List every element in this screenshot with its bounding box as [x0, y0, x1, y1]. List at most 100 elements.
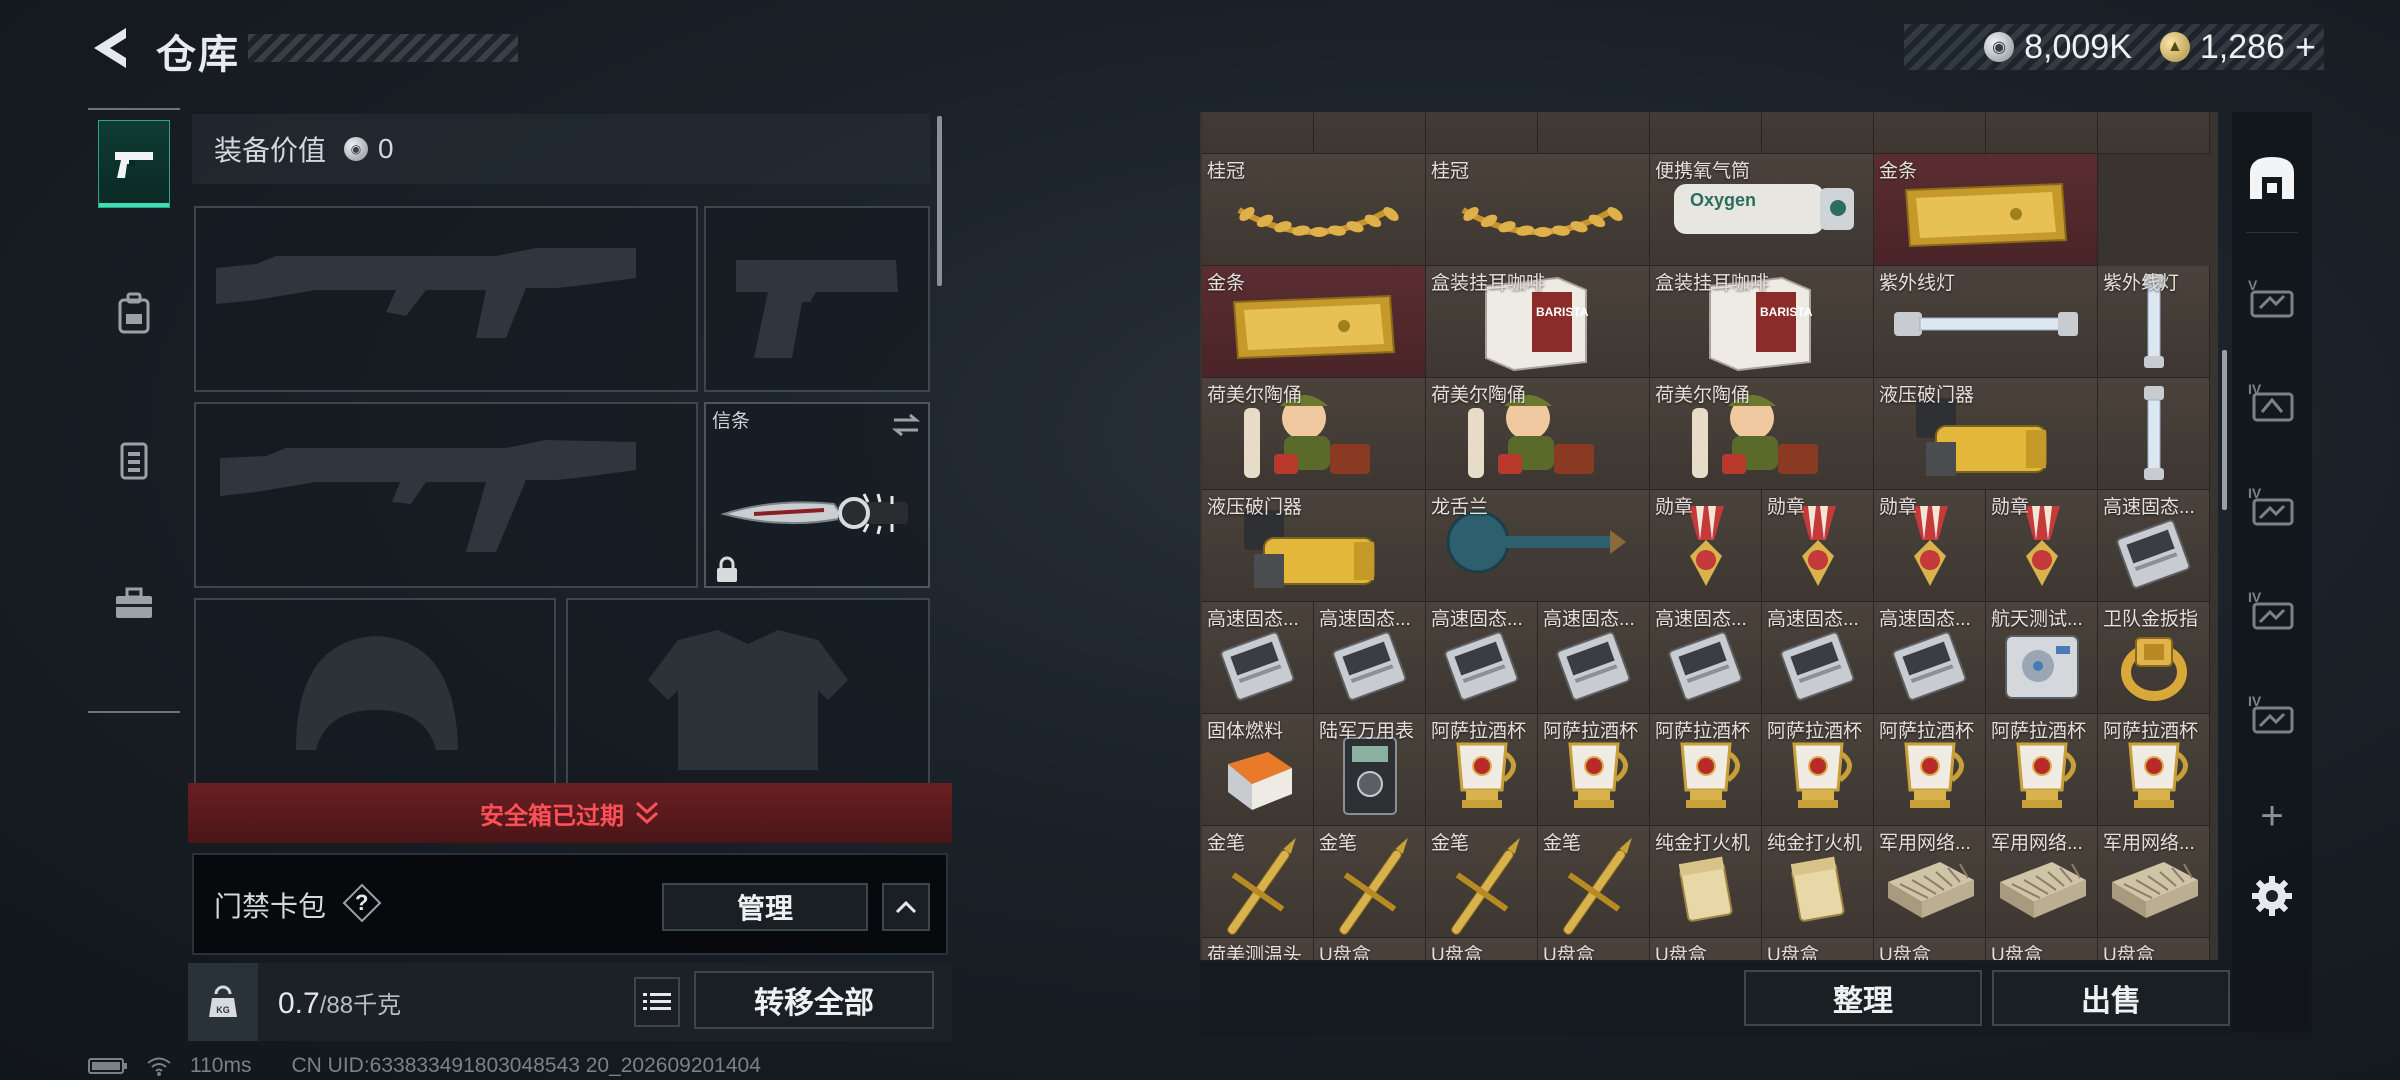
inventory-cell[interactable]: 卫队金扳指: [2098, 602, 2210, 714]
manage-button[interactable]: 管理: [662, 883, 868, 931]
inventory-cell-scrolled[interactable]: [1202, 112, 1314, 154]
help-icon[interactable]: ?: [342, 883, 382, 923]
rail-tab-weapons[interactable]: [98, 120, 170, 208]
inventory-cell[interactable]: 勋章: [1762, 490, 1874, 602]
rail-tab-backpack[interactable]: [98, 270, 170, 358]
inventory-cell[interactable]: U盘盒: [1538, 938, 1650, 960]
inventory-cell[interactable]: 金笔: [1538, 826, 1650, 938]
rail-tab-storage-iv-2[interactable]: IV: [2240, 470, 2304, 542]
inventory-cell[interactable]: 固体燃料: [1202, 714, 1314, 826]
inventory-cell[interactable]: 紫外线灯: [1874, 266, 2098, 378]
inventory-cell[interactable]: 高速固态...: [1538, 602, 1650, 714]
inventory-cell[interactable]: 金笔: [1202, 826, 1314, 938]
inventory-cell[interactable]: 阿萨拉酒杯: [1426, 714, 1538, 826]
inventory-cell[interactable]: 阿萨拉酒杯: [1650, 714, 1762, 826]
inventory-cell-scrolled[interactable]: [1650, 112, 1762, 154]
inventory-cell[interactable]: 龙舌兰: [1426, 490, 1650, 602]
primary-weapon-slot[interactable]: [194, 206, 698, 392]
inventory-cell[interactable]: 桂冠: [1426, 154, 1650, 266]
settings-button[interactable]: [2240, 860, 2304, 932]
inventory-cell[interactable]: 纯金打火机: [1762, 826, 1874, 938]
warehouse-inventory-grid[interactable]: 桂冠 桂冠 Oxygen 便携氧气筒 金条 金条 BARISTA 盒装挂耳咖啡 BARISTA 盒…: [1200, 112, 2218, 960]
inventory-cell[interactable]: 军用网络...: [1874, 826, 1986, 938]
inventory-cell[interactable]: U盘盒: [1874, 938, 1986, 960]
inventory-cell[interactable]: 荷美尔陶俑: [1426, 378, 1650, 490]
helmet-slot[interactable]: [194, 598, 556, 783]
inventory-cell[interactable]: 阿萨拉酒杯: [1538, 714, 1650, 826]
inventory-cell[interactable]: 高速固态...: [1426, 602, 1538, 714]
inventory-cell[interactable]: 金笔: [1314, 826, 1426, 938]
rail-tab-warehouse[interactable]: [2240, 142, 2304, 214]
inventory-cell[interactable]: 金条: [1874, 154, 2098, 266]
inventory-cell[interactable]: U盘盒: [1986, 938, 2098, 960]
inventory-cell[interactable]: 荷美尔陶俑: [1202, 378, 1426, 490]
inventory-cell[interactable]: 阿萨拉酒杯: [1874, 714, 1986, 826]
inventory-cell[interactable]: 陆军万用表: [1314, 714, 1426, 826]
inventory-cell[interactable]: 荷美尔陶俑: [1650, 378, 1874, 490]
inventory-cell[interactable]: 阿萨拉酒杯: [1986, 714, 2098, 826]
list-view-button[interactable]: [634, 977, 680, 1027]
transfer-all-button[interactable]: 转移全部: [694, 971, 934, 1029]
inventory-cell[interactable]: BARISTA 盒装挂耳咖啡: [1650, 266, 1874, 378]
inventory-cell[interactable]: 军用网络...: [1986, 826, 2098, 938]
rail-tab-storage-iv-4[interactable]: IV: [2240, 678, 2304, 750]
rail-tab-storage-iv-3[interactable]: IV: [2240, 574, 2304, 646]
inventory-cell-scrolled[interactable]: [1314, 112, 1426, 154]
rail-tab-toolbox[interactable]: [98, 560, 170, 648]
inventory-cell[interactable]: 勋章: [1874, 490, 1986, 602]
inventory-cell[interactable]: U盘盒: [2098, 938, 2210, 960]
rail-tab-storage-v[interactable]: V: [2240, 262, 2304, 334]
gold-currency-add-button[interactable]: +: [2295, 26, 2316, 68]
inventory-cell-scrolled[interactable]: [1762, 112, 1874, 154]
inventory-cell[interactable]: 桂冠: [1202, 154, 1426, 266]
inventory-cell[interactable]: U盘盒: [1426, 938, 1538, 960]
inventory-cell[interactable]: 航天测试...: [1986, 602, 2098, 714]
inventory-cell[interactable]: U盘盒: [1314, 938, 1426, 960]
svg-text:Oxygen: Oxygen: [1690, 190, 1756, 210]
inventory-cell[interactable]: 金条: [1202, 266, 1426, 378]
equipment-scrollbar[interactable]: [937, 116, 942, 286]
inventory-cell[interactable]: 勋章: [1650, 490, 1762, 602]
inventory-cell[interactable]: 金笔: [1426, 826, 1538, 938]
inventory-cell[interactable]: 液压破门器: [1202, 490, 1426, 602]
inventory-cell[interactable]: 阿萨拉酒杯: [1762, 714, 1874, 826]
inventory-cell[interactable]: 军用网络...: [2098, 826, 2210, 938]
inventory-cell[interactable]: 高速固态...: [2098, 490, 2210, 602]
inventory-cell[interactable]: 纯金打火机: [1650, 826, 1762, 938]
collapse-button[interactable]: [882, 883, 930, 931]
inventory-cell[interactable]: 阿萨拉酒杯: [2098, 714, 2210, 826]
inventory-cell[interactable]: 高速固态...: [1314, 602, 1426, 714]
inventory-cell-scrolled[interactable]: [1986, 112, 2098, 154]
inventory-cell[interactable]: 高速固态...: [1202, 602, 1314, 714]
secondary-weapon-slot[interactable]: [194, 402, 698, 588]
inventory-cell[interactable]: U盘盒: [1650, 938, 1762, 960]
sell-button[interactable]: 出售: [1992, 970, 2230, 1026]
sidearm-slot[interactable]: [704, 206, 930, 392]
inventory-cell-scrolled[interactable]: [1538, 112, 1650, 154]
inventory-scrollbar[interactable]: [2222, 350, 2227, 510]
inventory-cell[interactable]: 高速固态...: [1650, 602, 1762, 714]
inventory-cell[interactable]: U盘盒: [1762, 938, 1874, 960]
inventory-cell[interactable]: 液压破门器: [1874, 378, 2098, 490]
sort-button[interactable]: 整理: [1744, 970, 1982, 1026]
safebox-expired-banner[interactable]: 安全箱已过期: [188, 783, 952, 843]
armor-slot[interactable]: [566, 598, 930, 783]
inventory-cell-scrolled[interactable]: [2098, 112, 2210, 154]
inventory-cell-scrolled[interactable]: [1426, 112, 1538, 154]
inventory-cell-scrolled[interactable]: [1874, 112, 1986, 154]
inventory-cell[interactable]: [2098, 378, 2210, 490]
inventory-cell[interactable]: BARISTA 盒装挂耳咖啡: [1426, 266, 1650, 378]
inventory-cell[interactable]: 勋章: [1986, 490, 2098, 602]
inventory-cell[interactable]: Oxygen 便携氧气筒: [1650, 154, 1874, 266]
inventory-cell[interactable]: 高速固态...: [1762, 602, 1874, 714]
melee-slot[interactable]: 信条: [704, 402, 930, 588]
swap-icon[interactable]: [890, 412, 922, 438]
back-button[interactable]: [86, 24, 130, 72]
add-storage-button[interactable]: +: [2240, 780, 2304, 852]
inventory-cell[interactable]: 高速固态...: [1874, 602, 1986, 714]
rail-tab-storage-iv-1[interactable]: IV: [2240, 366, 2304, 438]
rail-tab-vest[interactable]: [98, 416, 170, 504]
item-name: 阿萨拉酒杯: [2103, 721, 2199, 742]
inventory-cell[interactable]: 紫外线灯: [2098, 266, 2210, 378]
inventory-cell[interactable]: 荷美测温头: [1202, 938, 1314, 960]
